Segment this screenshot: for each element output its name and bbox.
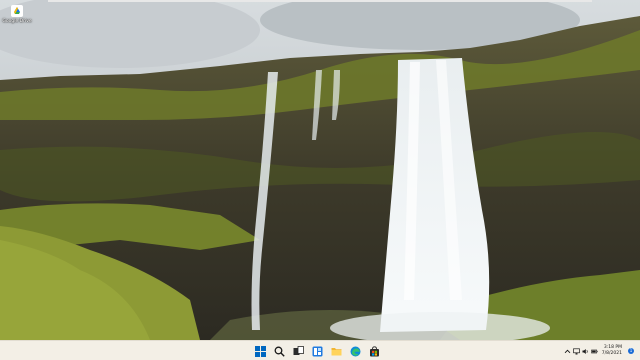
notification-center-button[interactable]: 1 [626,344,636,358]
file-explorer-button[interactable] [328,343,344,359]
taskbar: 3:18 PM 7/8/2021 1 [0,340,640,360]
volume-button[interactable] [581,344,590,358]
tray-overflow-button[interactable] [563,344,572,358]
store-bag-icon [369,345,379,356]
notification-badge: 1 [628,348,634,354]
folder-icon [331,347,341,355]
clock-button[interactable]: 3:18 PM 7/8/2021 [602,345,622,357]
search-button[interactable] [271,343,287,359]
wallpaper-waterfall [0,0,640,340]
store-button[interactable] [366,343,382,359]
edge-button[interactable] [347,343,363,359]
battery-icon [590,349,598,353]
task-view-icon [293,345,304,355]
chevron-up-icon [564,349,571,353]
system-tray: 3:18 PM 7/8/2021 1 [563,341,640,360]
edge-icon [350,346,360,356]
network-button[interactable] [572,344,581,358]
desktop-icon-label: Google Drive [2,19,32,24]
google-drive-icon [11,5,23,17]
network-icon [572,347,580,354]
widgets-icon [312,346,322,356]
task-view-button[interactable] [290,343,306,359]
clock-date: 7/8/2021 [601,351,622,356]
speaker-icon [582,348,588,354]
desktop-icon-google-drive[interactable]: Google Drive [2,4,32,25]
top-edge-strip [48,0,592,2]
windows-logo-icon [254,345,266,357]
battery-button[interactable] [590,344,599,358]
widgets-button[interactable] [309,343,325,359]
start-button[interactable] [252,343,268,359]
taskbar-pinned-apps [252,341,382,360]
search-icon [274,346,285,357]
desktop: Google Drive 3:18 PM 7/8/2021 1 [0,0,640,360]
